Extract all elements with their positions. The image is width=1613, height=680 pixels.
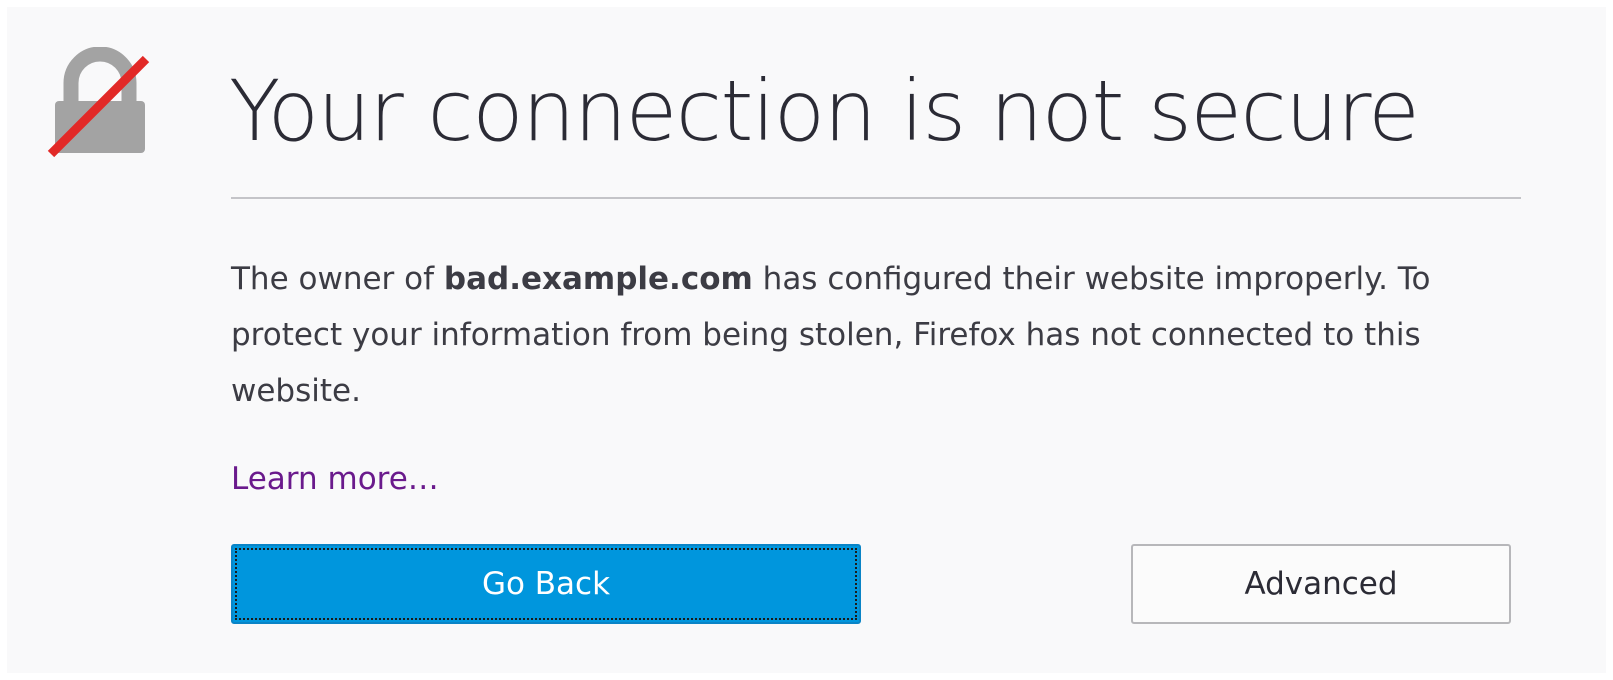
broken-lock-icon xyxy=(45,46,155,162)
title-divider xyxy=(231,197,1521,199)
learn-more-link[interactable]: Learn more… xyxy=(231,451,439,507)
advanced-button[interactable]: Advanced xyxy=(1131,544,1511,624)
description-prefix: The owner of xyxy=(231,261,444,297)
error-page: Your connection is not secure The owner … xyxy=(7,7,1606,673)
go-back-button[interactable]: Go Back xyxy=(231,544,861,624)
site-domain: bad.example.com xyxy=(443,261,753,297)
error-description: The owner of bad.example.com has configu… xyxy=(231,251,1511,419)
page-title: Your connection is not secure xyxy=(229,62,1420,160)
